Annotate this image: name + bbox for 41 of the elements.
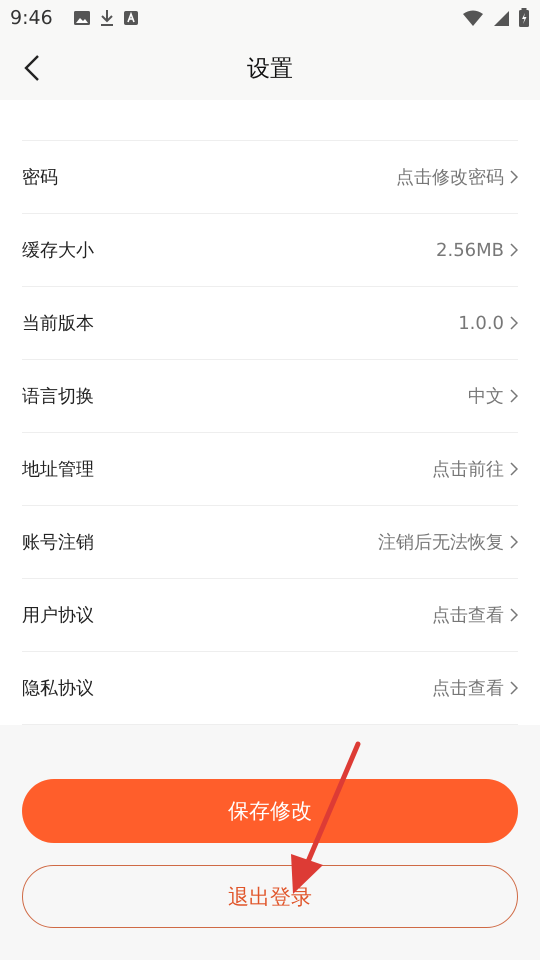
text-icon	[122, 10, 139, 26]
chevron-icon	[510, 170, 518, 184]
setting-label: 缓存大小	[22, 239, 95, 262]
battery-icon	[518, 8, 530, 28]
signal-icon	[492, 10, 510, 26]
settings-row[interactable]: 密码 点击修改密码	[22, 141, 518, 214]
setting-label: 密码	[22, 166, 59, 189]
download-icon	[98, 9, 115, 27]
chevron-icon	[510, 608, 518, 622]
chevron-icon	[510, 389, 518, 403]
setting-label: 用户协议	[22, 604, 95, 627]
setting-value: 2.56MB	[436, 240, 504, 260]
setting-value: 1.0.0	[458, 312, 504, 334]
setting-label: 语言切换	[22, 385, 95, 408]
back-icon[interactable]	[23, 54, 41, 82]
image-icon	[72, 10, 91, 26]
settings-row[interactable]: 当前版本 1.0.0	[22, 287, 518, 360]
setting-label: 地址管理	[22, 458, 95, 481]
setting-value: 点击查看	[432, 677, 504, 700]
setting-label: 当前版本	[22, 312, 95, 335]
setting-value: 中文	[468, 385, 504, 408]
settings-row[interactable]: 用户协议 点击查看	[22, 579, 518, 652]
chevron-icon	[510, 243, 518, 257]
wifi-icon	[462, 10, 484, 26]
settings-row[interactable]: 语言切换 中文	[22, 360, 518, 433]
chevron-icon	[510, 316, 518, 330]
chevron-icon	[510, 535, 518, 549]
chevron-icon	[510, 681, 518, 695]
settings-row[interactable]: 地址管理 点击前往	[22, 433, 518, 506]
settings-row[interactable]: 隐私协议 点击查看	[22, 652, 518, 725]
page-title: 设置	[247, 54, 293, 84]
setting-value: 注销后无法恢复	[378, 531, 504, 554]
status-time: 9:46	[10, 7, 53, 29]
chevron-icon	[510, 462, 518, 476]
setting-value: 点击前往	[432, 458, 504, 481]
setting-value: 点击修改密码	[396, 166, 504, 189]
settings-row[interactable]: 账号注销 注销后无法恢复	[22, 506, 518, 579]
setting-value: 点击查看	[432, 604, 504, 627]
setting-label: 隐私协议	[22, 677, 95, 700]
settings-row[interactable]: 缓存大小 2.56MB	[22, 214, 518, 287]
setting-label: 账号注销	[22, 531, 95, 554]
